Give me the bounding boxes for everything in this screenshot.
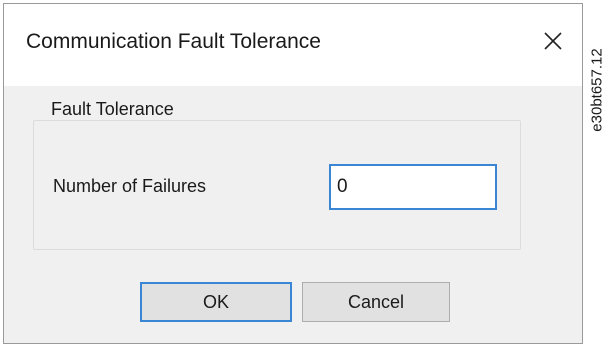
cancel-button[interactable]: Cancel: [302, 282, 450, 322]
figure-code: e30bt657.12: [588, 48, 606, 132]
close-icon: [544, 32, 562, 50]
number-of-failures-label: Number of Failures: [53, 176, 207, 196]
group-label: Fault Tolerance: [45, 99, 180, 120]
dialog-title: Communication Fault Tolerance: [26, 30, 321, 53]
figure-code-container: e30bt657.12: [584, 48, 610, 131]
number-of-failures-input[interactable]: [329, 164, 497, 210]
fault-tolerance-dialog: Communication Fault Tolerance Fault Tole…: [3, 3, 583, 344]
title-bar: Communication Fault Tolerance: [4, 4, 582, 86]
ok-button[interactable]: OK: [140, 282, 292, 322]
close-button[interactable]: [536, 24, 570, 58]
